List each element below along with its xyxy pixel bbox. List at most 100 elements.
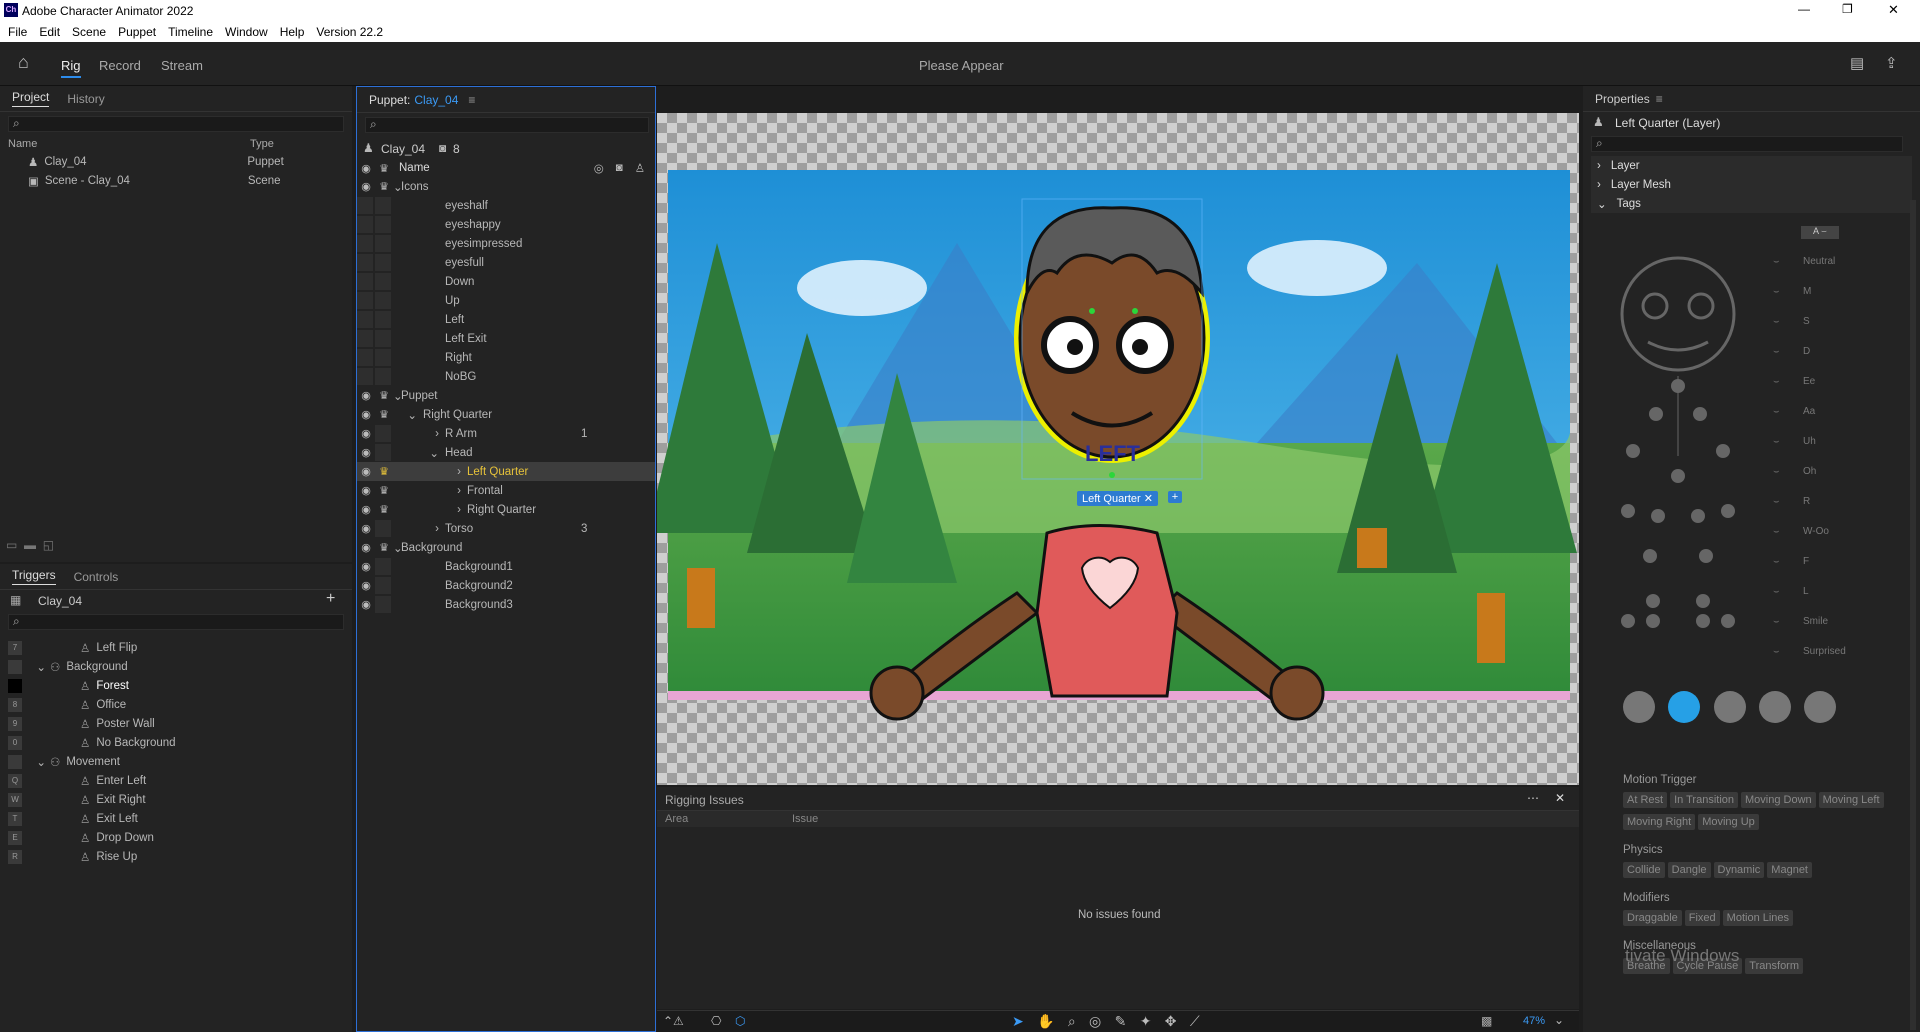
puppet-layer-row[interactable]: NoBG <box>357 367 655 386</box>
warning-icon[interactable]: ⌃⚠ <box>663 1014 684 1028</box>
trigger-row[interactable]: T ♙ Exit Left <box>0 809 352 828</box>
tab-stream[interactable]: Stream <box>161 58 203 73</box>
eye-icon[interactable]: ◉ <box>357 579 375 592</box>
puppet-layer-row[interactable]: ◉ Background1 <box>357 557 655 576</box>
crown-icon[interactable] <box>375 425 391 442</box>
mesh-icon[interactable]: ⎔ <box>711 1014 721 1028</box>
tag-motion[interactable]: Moving Up <box>1698 814 1759 830</box>
crown-icon[interactable]: ♛ <box>375 484 393 497</box>
pen-tool-icon[interactable]: ✎ <box>1115 1013 1127 1030</box>
section-tags[interactable]: ⌄ Tags <box>1591 194 1912 213</box>
puppet-layer-row[interactable]: Left Exit <box>357 329 655 348</box>
minimize-button[interactable]: — <box>1798 2 1810 16</box>
mouth-tag[interactable]: ⌣ D <box>1773 336 1913 366</box>
chevron-down-icon[interactable]: ⌄ <box>393 446 445 460</box>
tag-modifiers[interactable]: Fixed <box>1684 910 1720 926</box>
tab-project[interactable]: Project <box>12 90 50 107</box>
expression-face-icon[interactable] <box>1668 691 1701 723</box>
mouth-tag[interactable]: ⌣ Aa <box>1773 396 1913 426</box>
puppet-layer-row[interactable]: ◉ ⌄ Head <box>357 443 655 462</box>
tag-motion[interactable]: Moving Left <box>1818 792 1884 808</box>
puppet-layer-row[interactable]: eyesfull <box>357 253 655 272</box>
mouth-tag[interactable]: ⌣ M <box>1773 276 1913 306</box>
crown-icon[interactable] <box>375 558 391 575</box>
chevron-right-icon[interactable]: › <box>393 485 467 497</box>
close-icon[interactable]: ✕ <box>1555 791 1565 805</box>
crown-icon[interactable] <box>375 292 391 309</box>
crown-icon[interactable] <box>375 197 391 214</box>
expression-face-icon[interactable] <box>1804 691 1837 723</box>
eye-icon[interactable] <box>357 292 373 309</box>
transparency-icon[interactable]: ▩ <box>1481 1014 1492 1028</box>
project-search-input[interactable]: ⌕ <box>8 116 344 132</box>
crown-icon[interactable] <box>375 577 391 594</box>
puppet-layer-row[interactable]: ◉ › R Arm 1 <box>357 424 655 443</box>
menu-item[interactable]: Help <box>280 25 305 39</box>
menu-item[interactable]: Puppet <box>118 25 156 39</box>
origin-tool-icon[interactable]: ◎ <box>1089 1013 1101 1030</box>
eye-icon[interactable]: ◉ <box>357 522 375 535</box>
tag-misc[interactable]: Transform <box>1745 958 1804 974</box>
puppet-layer-row[interactable]: ◉ ♛ ⌄ Right Quarter <box>357 405 655 424</box>
mouth-tag[interactable]: ⌣ Smile <box>1773 606 1913 636</box>
chevron-down-icon[interactable]: ⌄ <box>393 389 403 403</box>
hand-tool-icon[interactable]: ✋ <box>1037 1013 1054 1030</box>
crown-icon[interactable] <box>375 235 391 252</box>
project-item[interactable]: ♟ Clay_04 Puppet <box>0 152 352 171</box>
new-bin-icon[interactable]: ▭ <box>6 538 17 552</box>
tab-rig[interactable]: Rig <box>61 58 81 78</box>
tab-record[interactable]: Record <box>99 58 141 73</box>
puppet-layer-row[interactable]: Down <box>357 272 655 291</box>
new-item-icon[interactable]: ◱ <box>43 538 54 552</box>
mouth-tag[interactable]: ⌣ W-Oo <box>1773 516 1913 546</box>
trigger-key[interactable]: 0 <box>8 735 22 750</box>
eye-icon[interactable] <box>357 273 373 290</box>
scrollbar[interactable] <box>1910 200 1916 1030</box>
chevron-right-icon[interactable]: › <box>393 523 445 535</box>
chevron-right-icon[interactable]: › <box>393 466 467 478</box>
trigger-search-input[interactable]: ⌕ <box>8 614 344 630</box>
tag-motion[interactable]: Moving Down <box>1741 792 1816 808</box>
eye-icon[interactable] <box>357 330 373 347</box>
menu-item[interactable]: File <box>8 25 27 39</box>
mouth-tag[interactable]: ⌣ Uh <box>1773 426 1913 456</box>
puppet-layer-row[interactable]: eyeshappy <box>357 215 655 234</box>
puppet-layer-row[interactable]: ◉ › Torso 3 <box>357 519 655 538</box>
eye-icon[interactable] <box>357 368 373 385</box>
trigger-row[interactable]: Q ♙ Enter Left <box>0 771 352 790</box>
puppet-layer-row[interactable]: Left <box>357 310 655 329</box>
menu-icon[interactable]: ≡ <box>468 93 475 107</box>
eye-icon[interactable] <box>357 235 373 252</box>
mouth-tag[interactable]: ⌣ Ee <box>1773 366 1913 396</box>
puppet-layer-row[interactable]: eyesimpressed <box>357 234 655 253</box>
tag-figure[interactable] <box>1603 246 1753 666</box>
eye-icon[interactable]: ◉ <box>357 408 375 421</box>
eye-icon[interactable]: ◉ <box>357 503 375 516</box>
puppet-layer-row[interactable]: ◉ ♛ ⌄ Puppet <box>357 386 655 405</box>
trigger-key[interactable] <box>8 659 22 674</box>
eye-icon[interactable]: ◉ <box>357 180 375 193</box>
puppet-layer-row[interactable]: ◉ ♛ › Right Quarter <box>357 500 655 519</box>
crown-icon[interactable] <box>375 596 391 613</box>
trigger-key[interactable]: R <box>8 849 22 864</box>
trigger-row[interactable]: 0 ♙ No Background <box>0 733 352 752</box>
eye-icon[interactable]: ◉ <box>357 427 375 440</box>
menu-icon[interactable]: ≡ <box>1656 92 1663 106</box>
shape-icon[interactable]: ⬡ <box>735 1014 745 1028</box>
puppet-layer-row[interactable]: ◉ Background2 <box>357 576 655 595</box>
eye-icon[interactable]: ◉ <box>357 598 375 611</box>
chevron-down-icon[interactable]: ⌄ <box>28 660 46 674</box>
trigger-row[interactable]: ⌄ ⚇ Movement <box>0 752 352 771</box>
tag-modifiers[interactable]: Draggable <box>1623 910 1682 926</box>
crown-icon[interactable]: ♛ <box>375 389 393 402</box>
properties-search-input[interactable]: ⌕ <box>1591 136 1903 152</box>
puppet-layer-row[interactable]: ◉ ♛ ⌄ Icons <box>357 177 655 196</box>
mouth-tag[interactable]: ⌣ Surprised <box>1773 636 1913 666</box>
project-item[interactable]: ▣ Scene - Clay_04 Scene <box>0 171 352 190</box>
trigger-row[interactable]: W ♙ Exit Right <box>0 790 352 809</box>
tag-physics[interactable]: Magnet <box>1767 862 1812 878</box>
col-type[interactable]: Type <box>250 138 274 150</box>
crown-icon[interactable] <box>375 349 391 366</box>
expression-face-icon[interactable] <box>1759 691 1792 723</box>
eye-icon[interactable] <box>357 254 373 271</box>
